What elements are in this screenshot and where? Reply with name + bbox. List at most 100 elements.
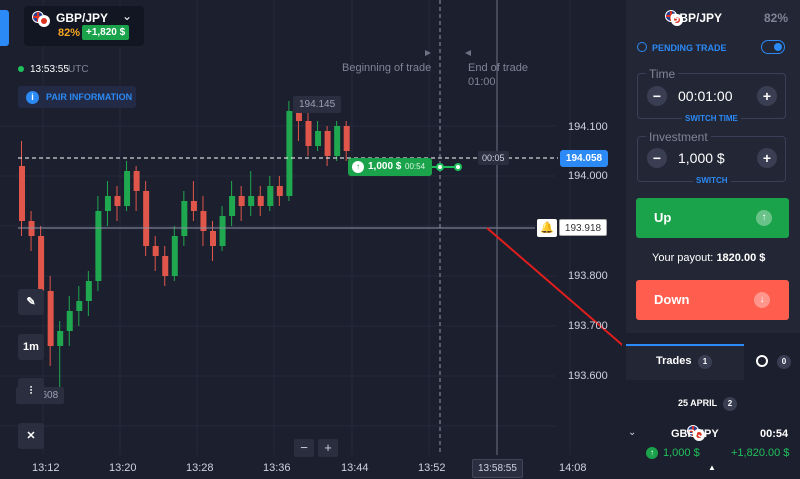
candle-body (38, 236, 45, 291)
candle-body (124, 171, 131, 206)
caret-up-icon[interactable]: ▲ (708, 463, 716, 472)
time-tick: 13:44 (341, 462, 369, 474)
clock-icon (637, 42, 647, 52)
time-tick: 13:36 (263, 462, 291, 474)
time-value[interactable]: 00:01:00 (678, 88, 733, 104)
time-tick: 13:12 (32, 462, 60, 474)
end-marker-icon (465, 50, 471, 56)
candle-body (324, 131, 331, 156)
payout-value: 1820.00 $ (716, 252, 766, 264)
price-tick: 194.100 (568, 121, 608, 133)
cursor-time-badge: 13:58:55 (472, 459, 523, 478)
investment-value[interactable]: 1,000 $ (678, 150, 725, 166)
history-count-badge: 0 (777, 355, 791, 369)
candle-body (114, 196, 121, 206)
candle-body (95, 211, 102, 281)
asset-payout-percent: 82% (58, 27, 81, 39)
candle-body (181, 201, 188, 236)
bell-icon[interactable]: 🔔 (537, 219, 557, 237)
gbp-jpy-flag-icon (32, 11, 50, 29)
hover-price-badge: 193.918 (559, 219, 607, 236)
candle-body (276, 186, 283, 196)
candle-body (315, 131, 322, 146)
price-tick: 193.700 (568, 320, 608, 332)
end-of-trade-time: 01:00 (468, 76, 496, 88)
time-tick: 13:20 (109, 462, 137, 474)
high-price-marker: 194.145 (293, 96, 342, 113)
candle-body (248, 196, 255, 206)
down-button[interactable]: Down ↓ (636, 280, 789, 320)
date-count-badge: 2 (723, 397, 737, 411)
candle-body (104, 196, 111, 211)
server-timezone: UTC (68, 64, 89, 75)
candle-body (143, 191, 150, 246)
timeframe-button[interactable]: 1m (18, 334, 44, 360)
trades-tab-label: Trades (656, 355, 692, 367)
chart-area[interactable] (0, 0, 622, 479)
chevron-down-icon[interactable]: ⌄ (628, 427, 636, 438)
candle-body (257, 196, 264, 206)
candle-body (162, 256, 169, 276)
price-chart[interactable] (0, 0, 622, 479)
up-button-label: Up (654, 210, 672, 225)
candle-body (190, 201, 197, 211)
candle-body (219, 216, 226, 246)
candles (19, 101, 350, 391)
trade-marker-timer: 00:54 (405, 162, 426, 171)
trade-dot (454, 163, 462, 171)
trade-row-amount: 1,000 $ (663, 447, 700, 459)
asset-profit-badge: +1,820 $ (82, 25, 130, 40)
candle-body (76, 301, 83, 311)
pending-trade-toggle[interactable] (761, 40, 785, 54)
switch-currency-link[interactable]: SWITCH (693, 176, 731, 185)
arrow-up-icon: ↑ (646, 447, 658, 459)
trades-date: 25 APRIL (678, 398, 718, 408)
up-button[interactable]: Up ↑ (636, 198, 789, 238)
switch-time-link[interactable]: SWITCH TIME (682, 114, 741, 123)
candle-body (343, 126, 350, 151)
candle-body (229, 196, 236, 216)
trades-count-badge: 1 (698, 355, 712, 369)
indicators-icon[interactable]: ✕ (18, 423, 44, 449)
payout-label: Your payout: (652, 252, 714, 264)
candle-body (334, 126, 341, 156)
trade-row-profit: +1,820.00 $ (731, 447, 790, 459)
price-tick: 194.000 (568, 170, 608, 182)
trade-dot (436, 163, 444, 171)
info-icon: i (26, 91, 39, 104)
trade-marker-amount: 1,000 $ (368, 161, 402, 172)
zoom-in-button[interactable]: + (318, 439, 338, 457)
live-dot-icon (18, 66, 24, 72)
history-icon[interactable] (756, 355, 768, 367)
server-time: 13:53:55 (30, 64, 69, 75)
trade-row-pair: GBP/JPY (671, 428, 719, 440)
chart-type-icon[interactable]: ⫶ (18, 378, 44, 404)
candle-body (19, 166, 25, 221)
candle-body (47, 291, 54, 346)
price-tick: 193.800 (568, 270, 608, 282)
pencil-icon[interactable]: ✎ (18, 289, 44, 315)
annotation-arrow-line (486, 227, 622, 346)
arrow-up-icon: ↑ (756, 210, 772, 226)
payout-text: Your payout: 1820.00 $ (652, 252, 765, 264)
trade-row-time: 00:54 (760, 428, 789, 440)
candle-body (305, 121, 312, 146)
open-trade-marker[interactable]: ↑ 1,000 $ 00:54 (348, 158, 432, 176)
time-decrease-button[interactable]: − (647, 86, 667, 106)
investment-increase-button[interactable]: + (757, 148, 777, 168)
down-button-label: Down (654, 292, 690, 307)
candle-body (85, 281, 92, 301)
time-label: Time (646, 67, 679, 81)
candle-body (133, 171, 140, 191)
investment-label: Investment (646, 130, 711, 144)
candle-body (210, 231, 216, 246)
sidebar-payout-percent: 82% (764, 11, 789, 25)
asset-pair-name: GBP/JPY (56, 11, 109, 25)
chevron-down-icon[interactable]: ⌄ (122, 9, 132, 23)
zoom-out-button[interactable]: − (294, 439, 314, 457)
pair-information-label: PAIR INFORMATION (46, 92, 133, 102)
arrow-down-icon: ↓ (754, 292, 770, 308)
investment-decrease-button[interactable]: − (647, 148, 667, 168)
time-increase-button[interactable]: + (757, 86, 777, 106)
candle-body (171, 236, 178, 276)
